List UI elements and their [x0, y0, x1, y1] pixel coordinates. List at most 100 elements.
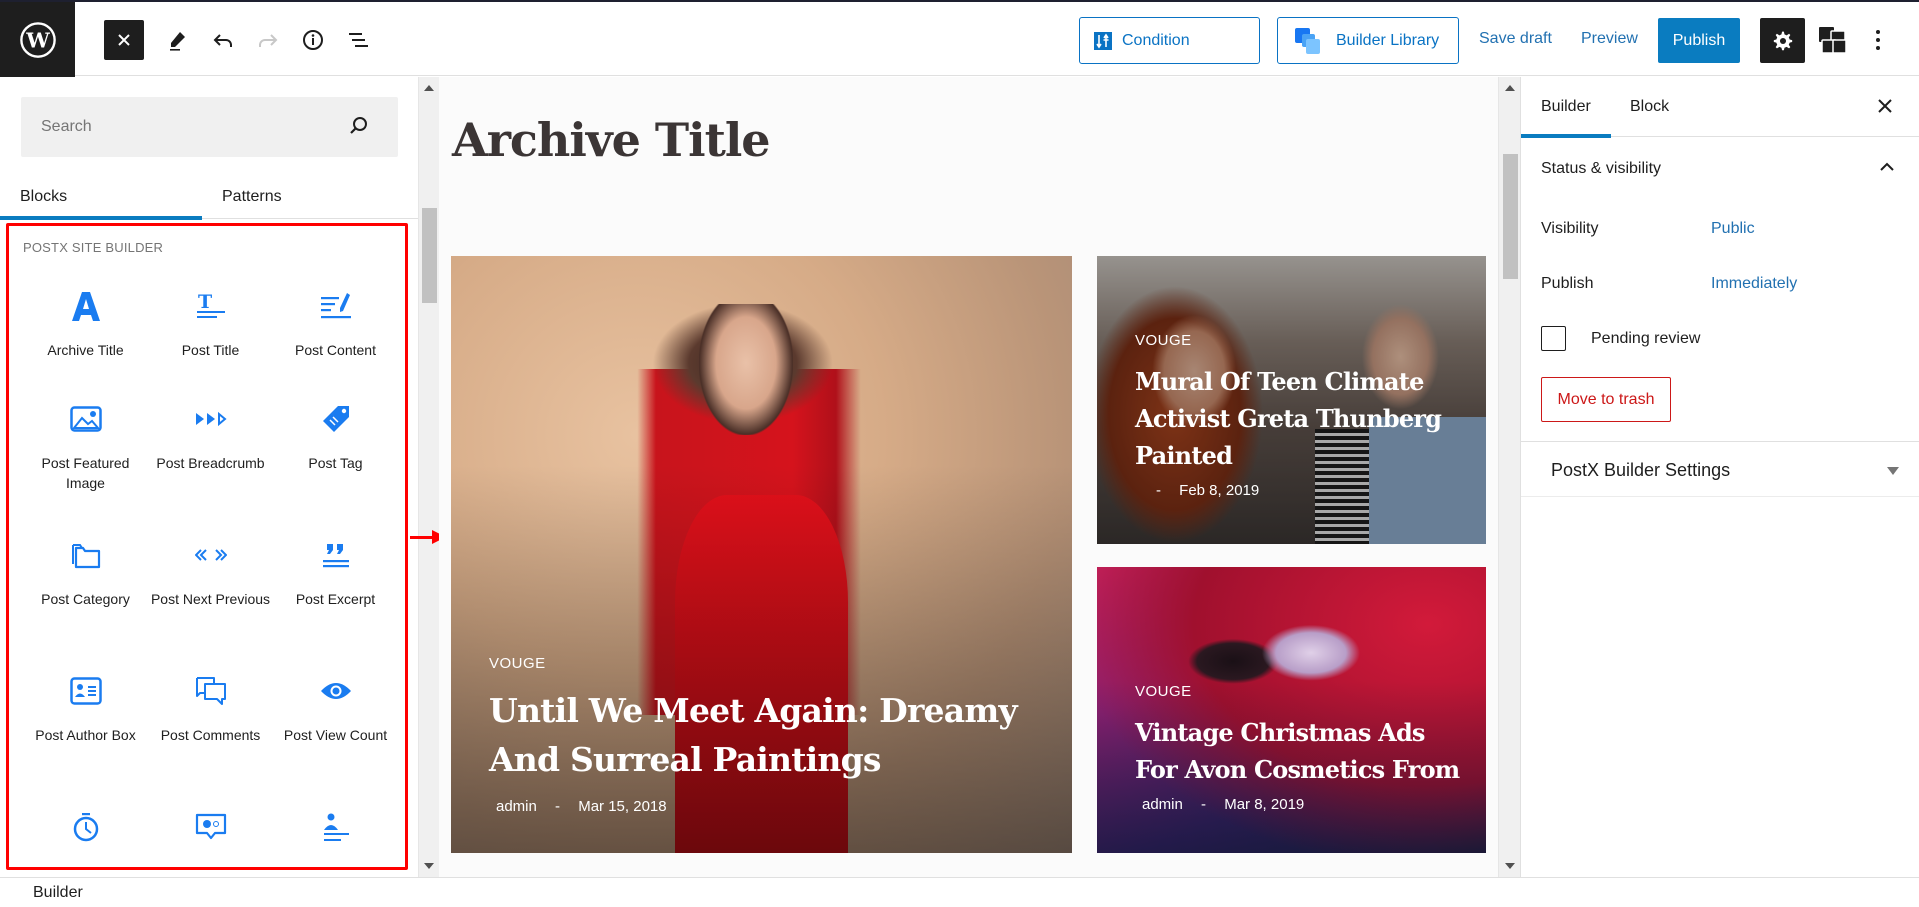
post-category[interactable]: VOUGE [1135, 683, 1466, 700]
scroll-up-arrow-icon[interactable] [1505, 85, 1515, 91]
visibility-value-button[interactable]: Public [1711, 220, 1755, 238]
post-category[interactable]: VOUGE [1135, 332, 1466, 349]
canvas-scrollbar[interactable] [1498, 77, 1520, 877]
eye-icon [320, 683, 351, 699]
block-post-author-box[interactable]: Post Author Box [23, 671, 148, 745]
publish-label: Publish [1541, 275, 1594, 292]
postx-panel-button[interactable] [1813, 20, 1853, 60]
block-search-input[interactable] [41, 97, 341, 157]
details-button[interactable] [293, 20, 333, 60]
block-label: Post View Count [283, 727, 388, 743]
post-content: VOUGE Until We Meet Again: Dreamy And Su… [489, 655, 1052, 815]
chevrons-left-right-icon [194, 549, 227, 561]
close-icon[interactable] [1874, 95, 1896, 117]
author-line-icon [323, 813, 349, 841]
post-title[interactable]: Until We Meet Again: Dreamy And Surreal … [489, 686, 1052, 784]
stopwatch-icon [73, 813, 98, 842]
block-post-next-previous[interactable]: Post Next Previous [148, 535, 273, 609]
scroll-down-arrow-icon[interactable] [424, 863, 434, 869]
tab-builder[interactable]: Builder [1521, 77, 1611, 138]
move-to-trash-button[interactable]: Move to trash [1541, 377, 1671, 422]
chevron-up-icon[interactable] [1879, 161, 1895, 173]
list-view-icon [349, 33, 368, 47]
block-post-breadcrumb[interactable]: Post Breadcrumb [148, 399, 273, 473]
tab-block[interactable]: Block [1630, 77, 1669, 137]
wordpress-logo-button[interactable]: W [0, 2, 75, 78]
post-title[interactable]: Vintage Christmas Ads For Avon Cosmetics… [1135, 714, 1466, 788]
block-archive-title[interactable]: Archive Title [23, 286, 148, 360]
post-meta: admin - Mar 8, 2019 [1135, 796, 1466, 813]
publish-button[interactable]: Publish [1658, 18, 1740, 63]
post-card-featured[interactable]: VOUGE Until We Meet Again: Dreamy And Su… [451, 256, 1072, 853]
stacked-squares-icon [1819, 27, 1847, 54]
search-icon[interactable] [348, 115, 370, 137]
status-visibility-heading[interactable]: Status & visibility [1541, 160, 1661, 178]
condition-button[interactable]: Condition [1079, 17, 1260, 64]
scrollbar-thumb[interactable] [422, 208, 437, 303]
pending-review-checkbox[interactable] [1541, 326, 1566, 351]
block-post-tag[interactable]: Post Tag [273, 399, 398, 473]
divider [1521, 441, 1919, 442]
settings-button[interactable] [1760, 18, 1805, 63]
tab-blocks[interactable]: Blocks [0, 174, 202, 220]
scrollbar-thumb[interactable] [1503, 154, 1518, 279]
block-label: Post Next Previous [150, 591, 271, 607]
options-menu-button[interactable] [1858, 20, 1898, 60]
tab-patterns-label: Patterns [222, 187, 282, 205]
undo-button[interactable] [203, 20, 243, 60]
tab-patterns[interactable]: Patterns [222, 174, 282, 219]
content-edit-icon [320, 293, 351, 319]
post-content: VOUGE Mural Of Teen Climate Activist Gre… [1135, 332, 1466, 499]
post-date: Mar 15, 2018 [578, 798, 667, 815]
more-vertical-icon [1876, 30, 1880, 50]
post-title[interactable]: Mural Of Teen Climate Activist Greta Thu… [1135, 363, 1466, 474]
scroll-down-arrow-icon[interactable] [1505, 863, 1515, 869]
quote-icon [322, 544, 349, 568]
post-card-climate[interactable]: VOUGE Mural Of Teen Climate Activist Gre… [1097, 256, 1486, 544]
id-card-icon [69, 677, 102, 705]
block-label: Post Tag [308, 455, 363, 471]
block-post-comments[interactable]: Post Comments [148, 671, 273, 745]
block-post-category[interactable]: Post Category [23, 535, 148, 609]
scroll-up-arrow-icon[interactable] [424, 85, 434, 91]
post-author[interactable]: admin [496, 798, 537, 815]
pending-review-label[interactable]: Pending review [1591, 330, 1700, 348]
editor-canvas: Archive Title VOUGE Until We Meet Again:… [439, 77, 1498, 877]
post-meta: - Feb 8, 2019 [1135, 482, 1466, 499]
close-inserter-button[interactable] [104, 20, 144, 60]
block-label: Post Category [41, 591, 130, 607]
preview-button[interactable]: Preview [1581, 30, 1638, 48]
tools-button[interactable] [157, 20, 197, 60]
search-box [21, 97, 398, 157]
block-author-meta[interactable] [273, 807, 398, 861]
postx-builder-settings-heading[interactable]: PostX Builder Settings [1551, 460, 1730, 481]
block-post-content[interactable]: Post Content [273, 286, 398, 360]
settings-tabs: Builder Block [1521, 77, 1919, 138]
wordpress-icon: W [19, 22, 56, 58]
redo-icon [259, 34, 278, 47]
post-content: VOUGE Vintage Christmas Ads For Avon Cos… [1135, 683, 1466, 813]
publish-date-button[interactable]: Immediately [1711, 275, 1797, 293]
block-comment-count[interactable] [148, 807, 273, 861]
block-post-title[interactable]: T Post Title [148, 286, 273, 360]
close-icon [118, 34, 130, 46]
block-post-featured-image[interactable]: Post Featured Image [23, 399, 148, 493]
redo-button[interactable] [248, 20, 288, 60]
block-post-excerpt[interactable]: Post Excerpt [273, 535, 398, 609]
archive-title-block[interactable]: Archive Title [452, 113, 771, 167]
inserter-tabs: Blocks Patterns [0, 174, 418, 220]
save-draft-button[interactable]: Save draft [1479, 30, 1552, 48]
block-reading-time[interactable] [23, 807, 148, 861]
comments-icon [195, 677, 226, 705]
info-icon [303, 30, 323, 50]
block-post-view-count[interactable]: Post View Count [273, 671, 398, 745]
caret-down-icon[interactable] [1887, 467, 1899, 475]
post-category[interactable]: VOUGE [489, 655, 1052, 672]
inserter-scrollbar[interactable] [418, 77, 439, 877]
meta-separator: - [1156, 482, 1161, 499]
list-view-button[interactable] [338, 20, 378, 60]
post-author[interactable]: admin [1142, 796, 1183, 813]
breadcrumb-item[interactable]: Builder [33, 884, 83, 902]
post-card-christmas[interactable]: VOUGE Vintage Christmas Ads For Avon Cos… [1097, 567, 1486, 853]
builder-library-button[interactable]: Builder Library [1277, 17, 1459, 64]
